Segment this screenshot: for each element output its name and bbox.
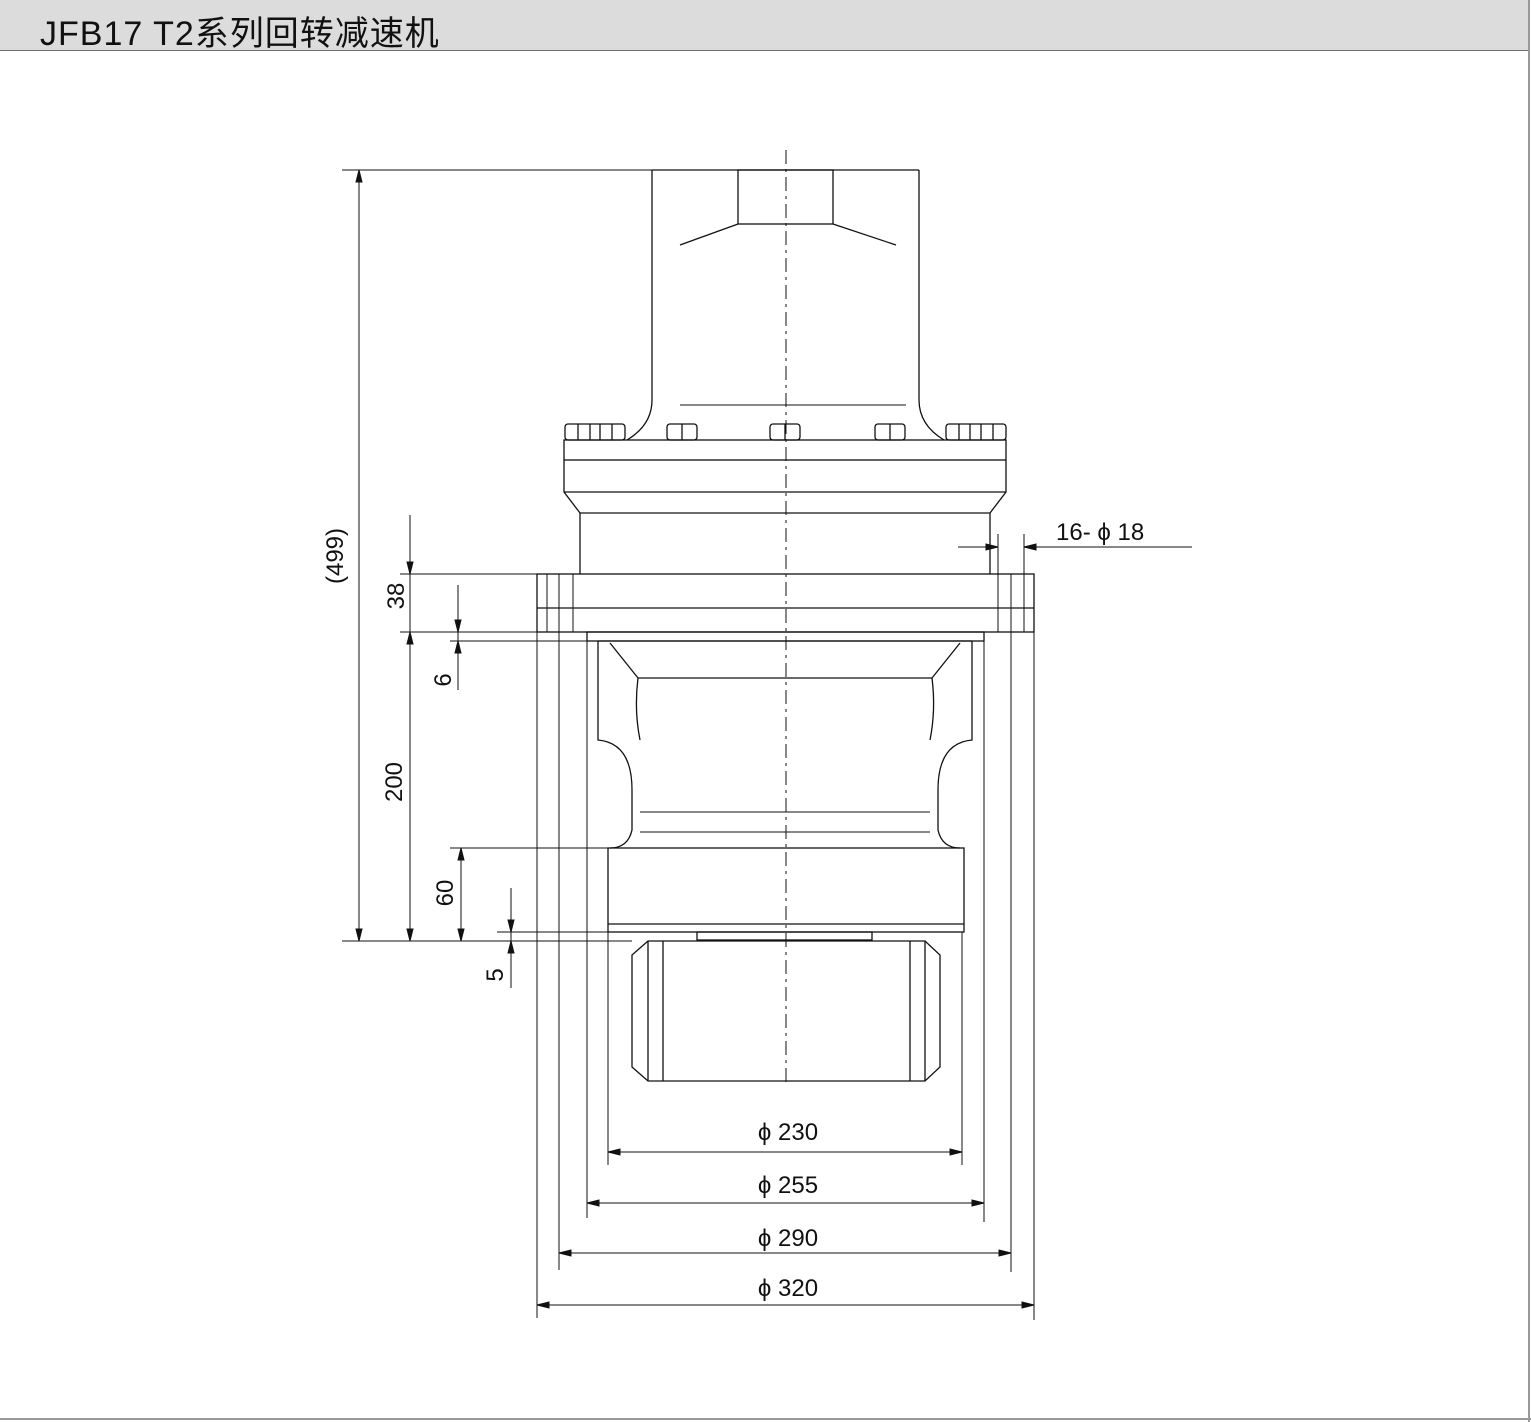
top-flange: [563, 439, 1007, 514]
dimension-texts-vertical: (499) 38 6 200 60 5: [322, 528, 509, 982]
dim-diameter-230: ϕ 230: [758, 1119, 818, 1146]
housing-neck: [579, 513, 991, 574]
dim-base-height: 60: [432, 880, 459, 907]
dimension-lines-vertical: [342, 169, 652, 988]
dim-spigot-height: 6: [430, 673, 457, 686]
dimension-lines-horizontal: [536, 632, 1035, 1320]
technical-drawing: (499) 38 6 200 60 5 16- ϕ 18 ϕ 230 ϕ 255…: [322, 150, 1192, 1320]
dimension-texts-horizontal: ϕ 230 ϕ 255 ϕ 290 ϕ 320: [758, 1119, 818, 1302]
dim-hole-pattern: 16- ϕ 18: [1056, 519, 1144, 546]
dim-diameter-290: ϕ 290: [758, 1225, 818, 1252]
dim-body-height: 200: [381, 762, 408, 802]
dim-flange-thickness: 38: [383, 583, 410, 610]
dim-diameter-255: ϕ 255: [758, 1172, 818, 1199]
dim-overall-height: (499): [322, 528, 349, 584]
dim-base-gap: 5: [482, 968, 509, 981]
page: JFB17 T2系列回转减速机 (499) 38 6 200 60 5 16- …: [0, 0, 1531, 1422]
gear-body: [597, 640, 973, 849]
dim-diameter-320: ϕ 320: [758, 1275, 818, 1302]
